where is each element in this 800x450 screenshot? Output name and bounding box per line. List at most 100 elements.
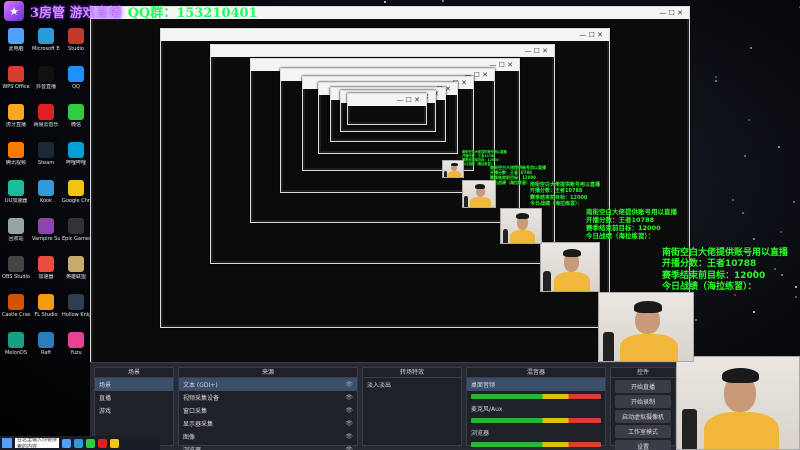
desktop-icon[interactable]: 回收站	[2, 218, 30, 252]
desktop-icon-label: Hollow Knight	[62, 312, 90, 318]
person-hair	[562, 249, 581, 257]
mixer-header: 混音器	[467, 368, 605, 378]
visibility-eye-icon[interactable]: 👁	[345, 394, 353, 401]
control-button[interactable]: 开始直播	[615, 380, 671, 393]
start-button[interactable]	[2, 438, 12, 448]
desktop-icon[interactable]: QQ	[62, 66, 90, 100]
obs-window-mirror: — ☐ ✕	[347, 93, 427, 125]
mixer-track[interactable]: 浏览器	[467, 426, 605, 439]
scenes-header: 场景	[95, 368, 173, 378]
webcam-feed	[442, 160, 464, 178]
transitions-header: 转场特效	[363, 368, 461, 378]
window-controls[interactable]: — ☐ ✕	[524, 47, 554, 55]
scene-item[interactable]: 游戏	[95, 404, 173, 417]
visibility-eye-icon[interactable]: 👁	[345, 381, 353, 388]
source-item[interactable]: 显示器采集 👁	[179, 417, 357, 430]
desktop-icon[interactable]: Kook	[32, 180, 60, 214]
source-item[interactable]: 图像 👁	[179, 430, 357, 443]
desktop-icon-label: Raft	[40, 350, 52, 356]
desktop-icon[interactable]: MelonDS	[2, 332, 30, 366]
game-icon	[38, 218, 54, 234]
overlay-line4: 今日战绩（海拉练習）：	[490, 180, 534, 185]
visibility-eye-icon[interactable]: 👁	[345, 407, 353, 414]
desktop-icon[interactable]: WPS Office	[2, 66, 30, 100]
desktop-icon[interactable]: 网易云音乐	[32, 104, 60, 138]
qq-icon	[68, 66, 84, 82]
chrome-icon	[68, 180, 84, 196]
control-button[interactable]: 开始录制	[615, 395, 671, 408]
desktop-icon[interactable]: Hollow Knight	[62, 294, 90, 328]
control-button[interactable]: 启动虚拟摄像机	[615, 410, 671, 423]
star	[779, 231, 782, 234]
desktop-icon[interactable]: Raft	[32, 332, 60, 366]
chrome-icon[interactable]	[110, 438, 119, 448]
desktop-icon[interactable]: Steam	[32, 142, 60, 176]
desktop-icon[interactable]: Vampire Survivors	[32, 218, 60, 252]
window-controls[interactable]: — ☐ ✕	[579, 31, 609, 39]
transitions-dock: 转场特效 淡入淡出	[362, 367, 462, 446]
window-controls[interactable]: — ☐ ✕	[396, 96, 426, 104]
edge-icon[interactable]	[74, 438, 83, 448]
volume-meter[interactable]	[471, 418, 601, 423]
mixer-dock: 混音器 桌面音频麦克风/Aux 浏览器	[466, 367, 606, 447]
recycle-bin-icon	[8, 218, 24, 234]
scene-item[interactable]: 场景	[95, 378, 173, 391]
desktop-icon[interactable]: Castle Crashers	[2, 294, 30, 328]
desktop-icon-label: 哔哩哔哩	[65, 160, 86, 166]
desktop-icon[interactable]: Yuzu	[62, 332, 90, 366]
castle-icon	[8, 294, 24, 310]
volume-meter[interactable]	[471, 394, 601, 399]
file-explorer-icon[interactable]	[62, 438, 71, 448]
visibility-eye-icon[interactable]: 👁	[345, 420, 353, 427]
desktop-icon[interactable]: FL Studio	[32, 294, 60, 328]
source-item[interactable]: 窗口采集 👁	[179, 404, 357, 417]
desktop-icon[interactable]: 此电脑	[2, 28, 30, 62]
desktop-icon[interactable]: Microsoft Edge	[32, 28, 60, 62]
window-controls[interactable]: — ☐ ✕	[659, 9, 689, 17]
visibility-eye-icon[interactable]: 👁	[345, 433, 353, 440]
desktop-icon[interactable]: Google Chrome	[62, 180, 90, 214]
star	[744, 155, 747, 158]
desktop-icon[interactable]: UU加速器	[2, 180, 30, 214]
desktop-icon-label: QQ	[72, 84, 80, 90]
boost-icon	[38, 256, 54, 272]
source-item[interactable]: 视频采集设备 👁	[179, 391, 357, 404]
wechat-icon[interactable]	[86, 438, 95, 448]
emulator-icon	[8, 332, 24, 348]
desktop-icon[interactable]: 抖音直播	[32, 66, 60, 100]
taskbar: 在这里输入你要搜索的内容	[0, 436, 160, 450]
transition-select[interactable]: 淡入淡出	[363, 378, 461, 391]
scene-item-label: 直播	[99, 395, 112, 402]
mixer-track[interactable]: 桌面音频	[467, 378, 605, 391]
desktop-icon-label: MelonDS	[4, 350, 28, 356]
mixer-track[interactable]: 麦克风/Aux	[467, 402, 605, 415]
desktop-icon[interactable]: Studio	[62, 28, 90, 62]
person-shirt	[704, 411, 779, 449]
desktop-icon[interactable]: 哔哩哔哩	[62, 142, 90, 176]
desktop-icon[interactable]: 英雄联盟	[62, 256, 90, 290]
control-button[interactable]: 工作室模式	[615, 425, 671, 438]
desktop-icon[interactable]: Epic Games	[62, 218, 90, 252]
desktop-icon[interactable]: 微信	[62, 104, 90, 138]
person-shirt	[470, 197, 491, 207]
microphone	[443, 170, 447, 177]
person-shirt	[554, 272, 591, 291]
mixer-track-label: 麦克风/Aux	[471, 406, 503, 413]
volume-meter[interactable]	[471, 442, 601, 447]
source-item[interactable]: 文本 (GDI+) 👁	[179, 378, 357, 391]
computer-icon	[8, 28, 24, 44]
star	[715, 80, 718, 83]
person-hair	[450, 163, 458, 167]
control-button[interactable]: 设置	[615, 440, 671, 450]
obs-taskbar-icon[interactable]	[98, 438, 107, 448]
desktop-icon[interactable]: 虎牙直播	[2, 104, 30, 138]
desktop-icon[interactable]: 腾讯视频	[2, 142, 30, 176]
desktop-icon[interactable]: OBS Studio	[2, 256, 30, 290]
desktop-icon-label: 抖音直播	[35, 84, 56, 90]
taskbar-search-input[interactable]: 在这里输入你要搜索的内容	[15, 437, 59, 450]
scene-item[interactable]: 直播	[95, 391, 173, 404]
source-item[interactable]: 浏览器 👁	[179, 443, 357, 450]
control-button-label: 开始直播	[630, 384, 655, 391]
desktop-icon[interactable]: 加速器	[32, 256, 60, 290]
visibility-eye-icon[interactable]: 👁	[345, 446, 353, 450]
